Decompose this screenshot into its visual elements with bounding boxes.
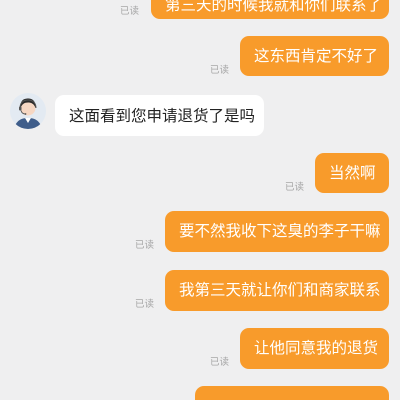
message-bubble-sent[interactable]: 当然啊 (315, 153, 389, 193)
read-receipt: 已读 (285, 182, 305, 193)
message-bubble-sent[interactable]: 让他同意我的退货 (240, 328, 389, 369)
read-receipt: 已读 (135, 299, 155, 310)
message-bubble-sent[interactable] (195, 386, 389, 400)
message-bubble-received[interactable]: 这面看到您申请退货了是吗 (55, 95, 264, 136)
customer-service-agent-icon (10, 93, 46, 129)
message-bubble-sent[interactable]: 我第三天就让你们和商家联系 (165, 270, 389, 311)
agent-avatar[interactable] (10, 93, 46, 129)
read-receipt: 已读 (135, 240, 155, 251)
message-bubble-sent[interactable]: 要不然我收下这臭的李子干嘛 (165, 211, 389, 252)
read-receipt: 已读 (120, 6, 140, 17)
message-bubble-sent[interactable]: 这东西肯定不好了 (240, 36, 389, 76)
read-receipt: 已读 (210, 357, 230, 368)
message-bubble-sent[interactable]: 第三天的时候我就和你们联系了 (151, 0, 389, 19)
read-receipt: 已读 (210, 65, 230, 76)
